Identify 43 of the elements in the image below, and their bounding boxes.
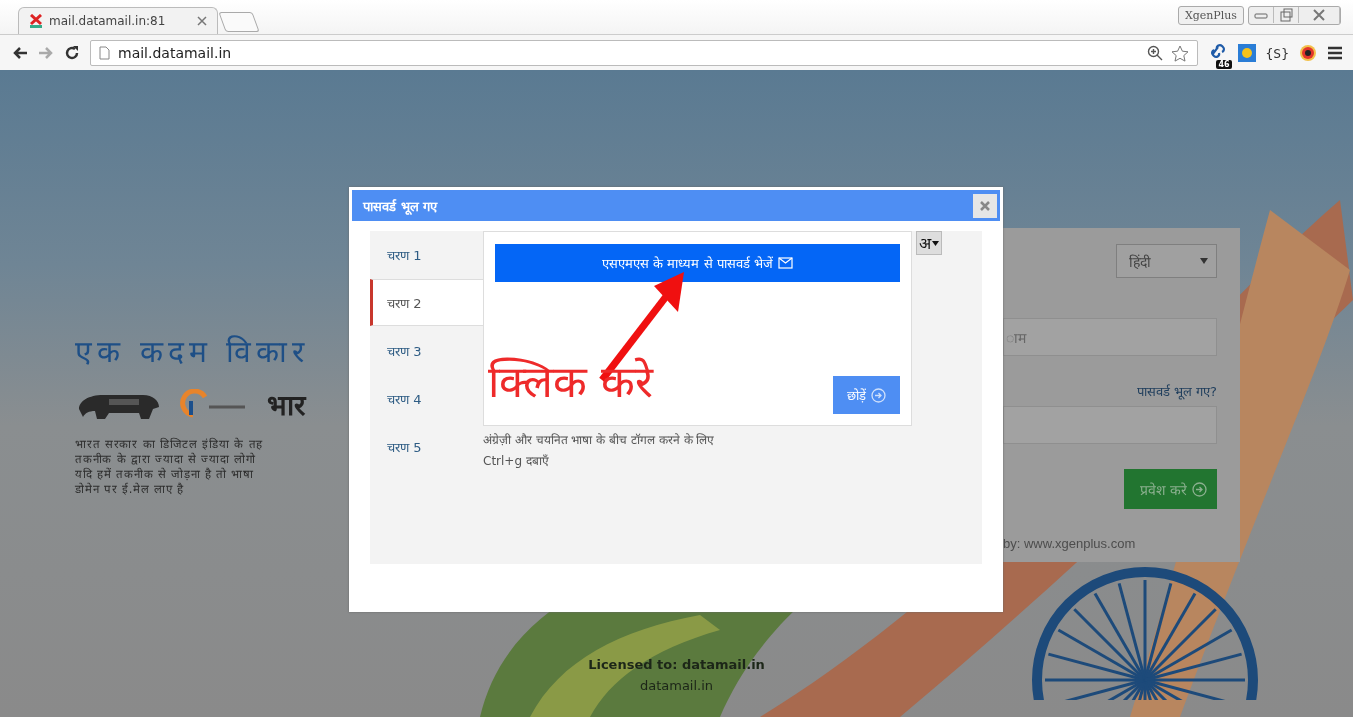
weather-icon[interactable] <box>1237 44 1256 62</box>
keyboard-toggle[interactable]: अ <box>916 231 942 255</box>
star-icon[interactable] <box>1170 44 1189 62</box>
step-tab[interactable]: चरण 3 <box>370 327 483 374</box>
tab-title: mail.datamail.in:81 <box>49 14 167 28</box>
arrow-circle-icon <box>871 387 886 403</box>
badge-count: 46 <box>1216 60 1232 69</box>
dropdown-caret-icon <box>1200 258 1208 264</box>
footer-domain: datamail.in <box>639 678 714 693</box>
reload-icon[interactable] <box>64 45 80 61</box>
site-favicon <box>29 14 43 28</box>
browser-tab[interactable]: mail.datamail.in:81 <box>18 7 218 34</box>
zoom-icon[interactable] <box>1146 45 1163 61</box>
address-bar[interactable]: mail.datamail.in <box>90 40 1198 66</box>
step-tab[interactable]: चरण 2 <box>370 279 483 326</box>
forward-arrow-icon[interactable] <box>38 46 54 60</box>
step-tab[interactable]: चरण 4 <box>370 375 483 422</box>
language-select[interactable]: हिंदी <box>1116 244 1217 278</box>
circle-extension-icon[interactable] <box>1299 44 1317 62</box>
step-tab[interactable]: चरण 1 <box>370 231 483 278</box>
close-button[interactable] <box>973 193 997 218</box>
page-icon <box>99 46 110 60</box>
back-arrow-icon[interactable] <box>12 46 28 60</box>
close-icon <box>980 200 990 211</box>
password-field[interactable] <box>1003 406 1217 444</box>
powered-by-text: by: www.xgenplus.com <box>1003 536 1137 551</box>
logo-text: भार <box>267 388 305 423</box>
hint-text: अंग्रेज़ी और चयनित भाषा के बीच टॉगल करने के लिए Ctrl+g दबाएँ <box>483 432 716 470</box>
new-tab-button[interactable] <box>218 12 260 32</box>
step-tab[interactable]: चरण 5 <box>370 423 483 470</box>
menu-icon[interactable] <box>1327 46 1343 60</box>
dialog-title: पासवर्ड भूल गए <box>363 197 438 215</box>
profile-button[interactable]: XgenPlus <box>1177 6 1244 25</box>
dropdown-caret-icon <box>932 240 939 246</box>
close-icon[interactable] <box>197 16 207 26</box>
description-text: भारत सरकार का डिजिटल इंडिया के तह तकनीक के द्वारा ज्यादा से ज्यादा लोगो यदि हमें तकनीक से जोड़ना है तो भाषा डोमेन पर ई.मेल लाए है <box>75 437 265 497</box>
forgot-password-link[interactable]: पासवर्ड भूल गए? <box>1136 382 1217 400</box>
send-sms-button[interactable]: एसएमएस के माध्यम से पासवर्ड भेजें <box>495 244 900 282</box>
hero-heading: एक कदम विकार <box>75 333 311 371</box>
address-url: mail.datamail.in <box>118 45 233 61</box>
envelope-icon <box>777 257 793 269</box>
arrow-circle-icon <box>1192 481 1207 497</box>
extension-button[interactable]: {S} <box>1265 45 1289 61</box>
